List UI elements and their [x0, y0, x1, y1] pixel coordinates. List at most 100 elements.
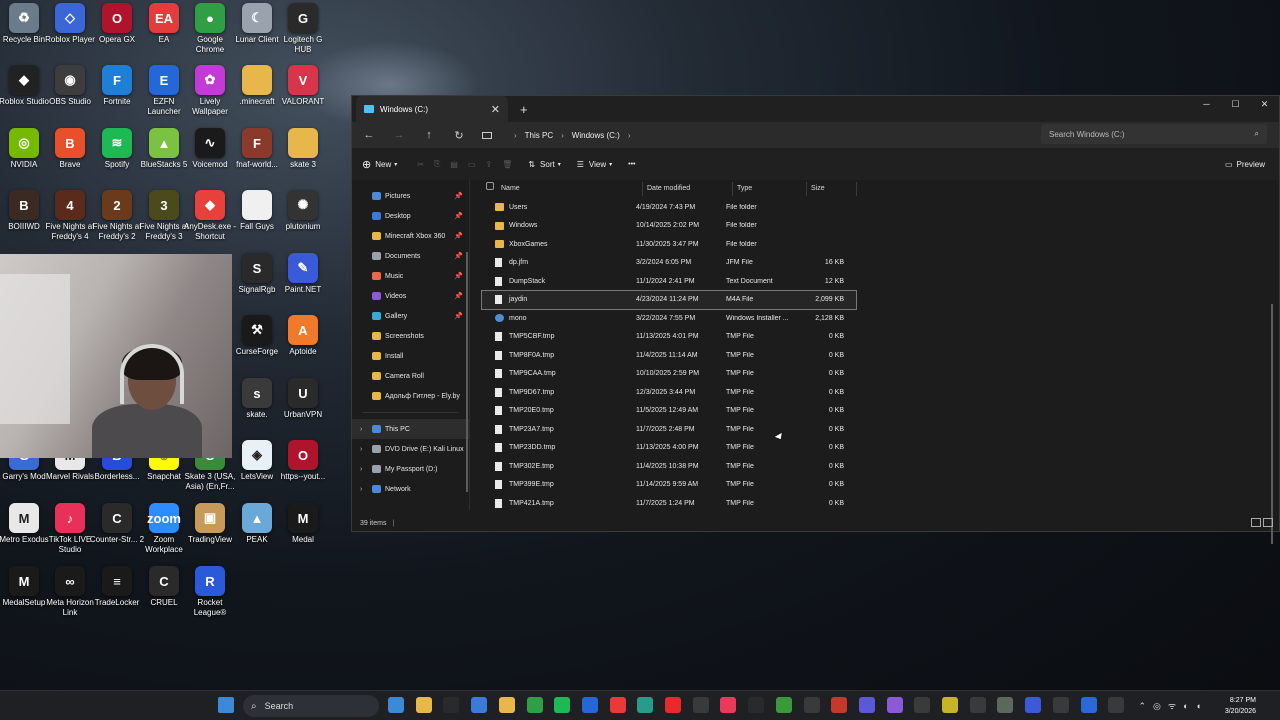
breadcrumb[interactable]: › This PC › Windows (C:) ›	[482, 125, 1022, 145]
sidebar-item-camera-roll[interactable]: Camera Roll	[352, 366, 469, 386]
desktop-icon-tiktok-live-studio[interactable]: ♪ TikTok LIVE Studio	[46, 503, 94, 555]
navigation-pane[interactable]: Pictures 📌 Desktop 📌 Minecraft Xbox 360 📌 Docu…	[352, 180, 470, 510]
desktop-icon-nvidia[interactable]: ◎ NVIDIA	[0, 128, 48, 170]
desktop-icon-plutonium[interactable]: ✺ plutonium	[279, 190, 327, 232]
sidebar-item-desktop[interactable]: Desktop 📌	[352, 206, 469, 226]
desktop-icon-ea[interactable]: EA EA	[140, 3, 188, 45]
taskbar-app-3-icon[interactable]	[443, 697, 460, 713]
taskbar-app-22-icon[interactable]	[969, 697, 986, 713]
up-arrow-icon[interactable]: ↑	[414, 129, 444, 141]
desktop-icon-meta-horizon-link[interactable]: ∞ Meta Horizon Link	[46, 566, 94, 618]
desktop-icon-bluestacks-5[interactable]: ▲ BlueStacks 5	[140, 128, 188, 170]
file-row-mono[interactable]: mono 3/22/2024 7:55 PM Windows Installer .…	[470, 309, 1279, 328]
minimize-button[interactable]: ─	[1192, 96, 1221, 112]
desktop-icon-five-nights-at-freddy-s-3[interactable]: 3 Five Nights at Freddy's 3	[140, 190, 188, 242]
file-row-tmp399e-tmp[interactable]: TMP399E.tmp 11/14/2025 9:59 AM TMP File 0 K…	[470, 476, 1279, 495]
desktop-icon-opera-gx[interactable]: O Opera GX	[93, 3, 141, 45]
tiles-view-icon[interactable]	[1263, 518, 1273, 527]
desktop-icon-recycle-bin[interactable]: ♻ Recycle Bin	[0, 3, 48, 45]
details-view-icon[interactable]	[1251, 518, 1261, 527]
desktop-icon-paint-net[interactable]: ✎ Paint.NET	[279, 253, 327, 295]
taskbar-app-18-icon[interactable]	[858, 697, 875, 713]
file-row-tmp20e0-tmp[interactable]: TMP20E0.tmp 11/5/2025 12:49 AM TMP File 0 K…	[470, 402, 1279, 421]
sidebar-scrollbar[interactable]	[466, 252, 468, 492]
taskbar-app-10-icon[interactable]	[637, 697, 654, 713]
file-row-dumpstack[interactable]: DumpStack 11/1/2024 2:41 PM Text Document 1…	[470, 272, 1279, 291]
preview-pane-button[interactable]: ▭ Preview	[1225, 160, 1265, 169]
desktop-icon-peak[interactable]: ▲ PEAK	[233, 503, 281, 545]
desktop-icon-boiiiwd[interactable]: B BOIIIWD	[0, 190, 48, 232]
select-all-checkbox[interactable]	[486, 182, 494, 190]
file-row-tmp9caa-tmp[interactable]: TMP9CAA.tmp 10/10/2025 2:59 PM TMP File 0 K…	[470, 365, 1279, 384]
chevron-right-icon[interactable]: ›	[360, 446, 362, 453]
desktop-icon-zoom-workplace[interactable]: zoom Zoom Workplace	[140, 503, 188, 555]
file-row-tmp421a-tmp[interactable]: TMP421A.tmp 11/7/2025 1:24 PM TMP File 0 KB	[470, 494, 1279, 513]
file-list-scrollbar[interactable]	[1271, 304, 1273, 544]
desktop-icon-tradingview[interactable]: ▣ TradingView	[186, 503, 234, 545]
copy-icon[interactable]: ⎘	[434, 159, 440, 169]
desktop-icon-tradelocker[interactable]: ≡ TradeLocker	[93, 566, 141, 608]
new-button[interactable]: ⊕ New ▾	[362, 158, 397, 171]
taskbar-app-27-icon[interactable]	[1108, 697, 1125, 713]
desktop-icon-five-nights-at-freddy-s-4[interactable]: 4 Five Nights at Freddy's 4	[46, 190, 94, 242]
file-row-jaydin[interactable]: jaydin 4/23/2024 11:24 PM M4A File 2,099 KB	[481, 289, 857, 310]
start-icon[interactable]	[218, 697, 234, 713]
cut-icon[interactable]: ✂	[417, 160, 424, 169]
desktop-icon-aptoide[interactable]: A Aptoide	[279, 315, 327, 357]
desktop-icon-logitech-g-hub[interactable]: G Logitech G HUB	[279, 3, 327, 55]
view-button[interactable]: ☰ View ▾	[577, 160, 612, 169]
system-tray[interactable]: ⌃◎ᯤ◐◖	[1139, 699, 1208, 712]
tab-windows-c[interactable]: Windows (C:) ✕	[356, 96, 508, 122]
taskbar-app-6-icon[interactable]	[526, 697, 543, 713]
desktop-icon-signalrgb[interactable]: S SignalRgb	[233, 253, 281, 295]
sidebar-item-minecraft-xbox-360[interactable]: Minecraft Xbox 360 📌	[352, 226, 469, 246]
rename-icon[interactable]: ▭	[468, 160, 476, 169]
desktop-icon-lunar-client[interactable]: ☾ Lunar Client	[233, 3, 281, 45]
taskbar-app-14-icon[interactable]	[748, 697, 765, 713]
back-arrow-icon[interactable]: ←	[354, 129, 384, 141]
chevron-right-icon[interactable]: ›	[360, 426, 362, 433]
chevron-right-icon[interactable]: ›	[360, 486, 362, 493]
desktop-icon-google-chrome[interactable]: ● Google Chrome	[186, 3, 234, 55]
desktop-icon-ezfn-launcher[interactable]: E EZFN Launcher	[140, 65, 188, 117]
forward-arrow-icon[interactable]: →	[384, 129, 414, 141]
file-row-tmp23dd-tmp[interactable]: TMP23DD.tmp 11/13/2025 4:00 PM TMP File 0 K…	[470, 439, 1279, 458]
breadcrumb-windows-c[interactable]: Windows (C:)	[572, 131, 620, 140]
desktop-icon-skate-3[interactable]: skate 3	[279, 128, 327, 170]
taskbar-app-20-icon[interactable]	[914, 697, 931, 713]
file-row-tmp23a7-tmp[interactable]: TMP23A7.tmp 11/7/2025 2:48 PM TMP File 0 KB	[470, 420, 1279, 439]
share-icon[interactable]: ⇪	[485, 160, 492, 169]
maximize-button[interactable]: ☐	[1221, 96, 1250, 112]
sidebar-item-pictures[interactable]: Pictures 📌	[352, 186, 469, 206]
desktop-icon-curseforge[interactable]: ⚒ CurseForge	[233, 315, 281, 357]
close-window-button[interactable]: ✕	[1250, 96, 1279, 112]
desktop-icon-anydesk-exe-shortcut[interactable]: ◆ AnyDesk.exe - Shortcut	[184, 190, 236, 242]
more-options-button[interactable]: •••	[628, 161, 635, 168]
desktop-icon-brave[interactable]: B Brave	[46, 128, 94, 170]
desktop-icon-letsview[interactable]: ◈ LetsView	[233, 440, 281, 482]
new-tab-button[interactable]: +	[520, 102, 528, 117]
sort-button[interactable]: ⇅ Sort ▾	[528, 160, 560, 169]
file-row-tmp5cbf-tmp[interactable]: TMP5CBF.tmp 11/13/2025 4:01 PM TMP File 0 K…	[470, 328, 1279, 347]
taskbar-app-21-icon[interactable]	[942, 697, 958, 713]
desktop-icon-counter-str-2[interactable]: C Counter-Str... 2	[90, 503, 144, 545]
file-row-tmp8f0a-tmp[interactable]: TMP8F0A.tmp 11/4/2025 11:14 AM TMP File 0 K…	[470, 346, 1279, 365]
taskbar-app-17-icon[interactable]	[831, 697, 848, 713]
desktop-icon-cruel[interactable]: C CRUEL	[140, 566, 188, 608]
chevron-right-icon[interactable]: ›	[360, 466, 362, 473]
breadcrumb-this-pc[interactable]: This PC	[525, 131, 553, 140]
delete-icon[interactable]: 🗑	[502, 160, 512, 169]
taskbar-app-5-icon[interactable]	[498, 697, 515, 713]
taskbar-app-19-icon[interactable]	[886, 697, 903, 713]
taskbar-app-23-icon[interactable]	[997, 697, 1014, 713]
sidebar-item-music[interactable]: Music 📌	[352, 266, 469, 286]
sidebar-item-ely-by[interactable]: Адольф Гитлер - Ely.by	[352, 386, 469, 406]
column-date-modified[interactable]: Date modified	[643, 182, 733, 196]
sidebar-item-network[interactable]: › Network	[352, 479, 469, 499]
desktop-icon-metro-exodus[interactable]: M Metro Exodus	[0, 503, 49, 545]
file-row-windows[interactable]: Windows 10/14/2025 2:02 PM File folder	[470, 217, 1279, 236]
desktop-icon-valorant[interactable]: V VALORANT	[279, 65, 327, 107]
taskbar-app-1-icon[interactable]	[388, 697, 404, 713]
column-type[interactable]: Type	[733, 182, 807, 196]
paste-icon[interactable]: ▤	[450, 160, 458, 169]
